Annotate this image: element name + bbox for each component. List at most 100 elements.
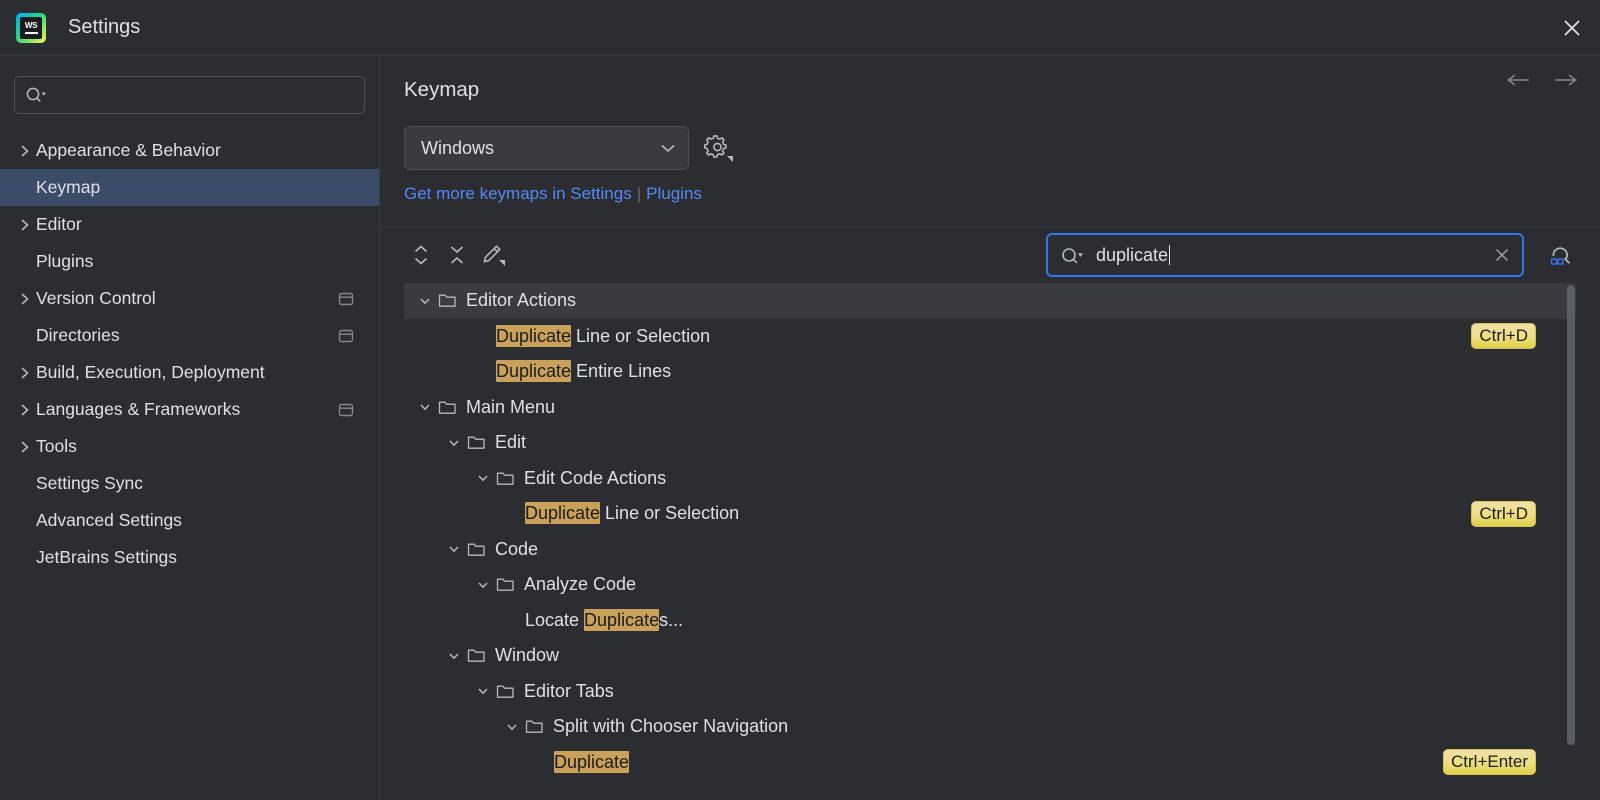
tree-row-label: Analyze Code — [524, 574, 636, 595]
sidebar-item-label: Keymap — [36, 177, 101, 197]
sidebar-search-input[interactable] — [14, 76, 365, 114]
shortcut-badge: Ctrl+D — [1471, 500, 1536, 527]
label-suffix: Main Menu — [466, 396, 556, 417]
label-suffix: Editor Tabs — [524, 680, 614, 701]
tree-row-label: Editor Tabs — [524, 681, 614, 702]
project-settings-icon — [337, 402, 355, 418]
window-title: Settings — [68, 16, 141, 38]
tree-row[interactable]: Edit Code Actions — [404, 461, 1576, 497]
webstorm-logo-icon: WS — [16, 12, 46, 43]
sidebar-item-jetbrains-settings[interactable]: JetBrains Settings — [0, 539, 379, 576]
label-suffix: Analyze Code — [524, 574, 637, 595]
main-panel: Keymap Windows Get more keymaps in Setti… — [380, 56, 1600, 800]
keymap-settings-gear-icon[interactable] — [703, 133, 733, 163]
find-by-shortcut-icon[interactable] — [1544, 238, 1578, 272]
tree-row-label: Main Menu — [466, 397, 555, 418]
sidebar-item-version-control[interactable]: Version Control — [0, 280, 379, 317]
tree-row[interactable]: Window — [404, 638, 1576, 674]
chevron-down-icon[interactable] — [470, 684, 496, 698]
sidebar-item-build-execution-deployment[interactable]: Build, Execution, Deployment — [0, 354, 379, 391]
forward-arrow-icon[interactable] — [1552, 72, 1578, 88]
chevron-down-icon[interactable] — [470, 471, 496, 485]
close-icon[interactable] — [1544, 0, 1600, 56]
sidebar-item-label: Plugins — [36, 251, 94, 271]
tree-row-label: Duplicate Entire Lines — [496, 360, 672, 383]
chevron-down-icon[interactable] — [412, 294, 438, 308]
tree-row[interactable]: Duplicate Line or Selection Ctrl+D — [404, 496, 1576, 532]
keymap-search-input[interactable]: duplicate — [1046, 233, 1524, 277]
folder-icon — [525, 718, 544, 735]
keymap-tree: Editor Actions Duplicate Line or Selectio… — [404, 283, 1576, 800]
sidebar-item-directories[interactable]: Directories — [0, 317, 379, 354]
edit-shortcut-pencil-icon[interactable] — [476, 238, 510, 272]
sidebar-item-tools[interactable]: Tools — [0, 428, 379, 465]
tree-row-label: Duplicate — [554, 750, 630, 773]
chevron-right-icon[interactable] — [14, 439, 36, 455]
tree-row[interactable]: Editor Tabs — [404, 674, 1576, 710]
settings-dialog: WS Settings Appearance & Behavior Keymap… — [0, 0, 1600, 800]
tree-row[interactable]: Duplicate Ctrl+Enter — [404, 745, 1576, 781]
chevron-down-icon[interactable] — [499, 720, 525, 734]
sidebar-item-keymap[interactable]: Keymap — [0, 169, 379, 206]
keymap-select-value: Windows — [421, 137, 495, 158]
sidebar-item-settings-sync[interactable]: Settings Sync — [0, 465, 379, 502]
get-more-keymaps-link[interactable]: Get more keymaps in Settings — [404, 184, 632, 203]
tree-row[interactable]: Main Menu — [404, 390, 1576, 426]
label-suffix: Line or Selection — [600, 503, 740, 524]
label-suffix: Entire Lines — [571, 361, 672, 382]
tree-row[interactable]: Analyze Code — [404, 567, 1576, 603]
keymap-select[interactable]: Windows — [404, 126, 689, 170]
shortcut-badge: Ctrl+D — [1471, 323, 1536, 350]
chevron-right-icon[interactable] — [14, 402, 36, 418]
tree-scrollbar-thumb[interactable] — [1567, 285, 1575, 745]
chevron-right-icon[interactable] — [14, 291, 36, 307]
folder-icon — [496, 576, 515, 593]
sidebar-item-label: Settings Sync — [36, 473, 143, 493]
settings-sidebar: Appearance & Behavior Keymap Editor Plugins… — [0, 56, 380, 800]
label-suffix: Edit — [495, 432, 527, 453]
sidebar-item-advanced-settings[interactable]: Advanced Settings — [0, 502, 379, 539]
tree-row-label: Edit — [495, 432, 526, 453]
clear-search-icon[interactable] — [1488, 241, 1516, 269]
tree-scrollbar[interactable] — [1566, 285, 1576, 800]
chevron-right-icon[interactable] — [14, 217, 36, 233]
sidebar-item-label: Tools — [36, 436, 77, 456]
navigation-arrows — [1506, 72, 1578, 88]
chevron-right-icon[interactable] — [14, 365, 36, 381]
chevron-down-icon[interactable] — [470, 578, 496, 592]
tree-row[interactable]: Locate Duplicates... — [404, 603, 1576, 639]
sidebar-item-label: Appearance & Behavior — [36, 140, 221, 160]
sidebar-item-editor[interactable]: Editor — [0, 206, 379, 243]
tree-rows: Editor Actions Duplicate Line or Selectio… — [404, 283, 1576, 780]
chevron-right-icon[interactable] — [14, 143, 36, 159]
tree-row[interactable]: Split with Chooser Navigation — [404, 709, 1576, 745]
sidebar-item-label: Advanced Settings — [36, 510, 182, 530]
sidebar-item-label: Build, Execution, Deployment — [36, 362, 265, 382]
sidebar-item-languages-frameworks[interactable]: Languages & Frameworks — [0, 391, 379, 428]
back-arrow-icon[interactable] — [1506, 72, 1532, 88]
chevron-down-icon[interactable] — [441, 649, 467, 663]
tree-row[interactable]: Duplicate Line or Selection Ctrl+D — [404, 319, 1576, 355]
text-caret — [1169, 244, 1171, 265]
chevron-down-icon[interactable] — [441, 542, 467, 556]
label-suffix: Code — [495, 538, 539, 559]
label-suffix: Window — [495, 645, 560, 666]
chevron-down-icon — [660, 143, 676, 153]
collapse-all-icon[interactable] — [440, 238, 474, 272]
tree-row-label: Duplicate Line or Selection — [496, 324, 710, 347]
label-prefix: Locate — [525, 609, 585, 630]
sidebar-item-plugins[interactable]: Plugins — [0, 243, 379, 280]
folder-icon — [467, 647, 486, 664]
tree-row[interactable]: Edit — [404, 425, 1576, 461]
expand-all-icon[interactable] — [404, 238, 438, 272]
sidebar-item-appearance-behavior[interactable]: Appearance & Behavior — [0, 132, 379, 169]
plugins-link[interactable]: Plugins — [646, 184, 702, 203]
chevron-down-icon[interactable] — [412, 400, 438, 414]
keymap-toolbar: duplicate — [380, 227, 1600, 283]
tree-row[interactable]: Code — [404, 532, 1576, 568]
tree-row-label: Edit Code Actions — [524, 468, 666, 489]
tree-row-label: Duplicate Line or Selection — [525, 502, 740, 525]
tree-row[interactable]: Duplicate Entire Lines — [404, 354, 1576, 390]
tree-row[interactable]: Editor Actions — [404, 283, 1576, 319]
chevron-down-icon[interactable] — [441, 436, 467, 450]
